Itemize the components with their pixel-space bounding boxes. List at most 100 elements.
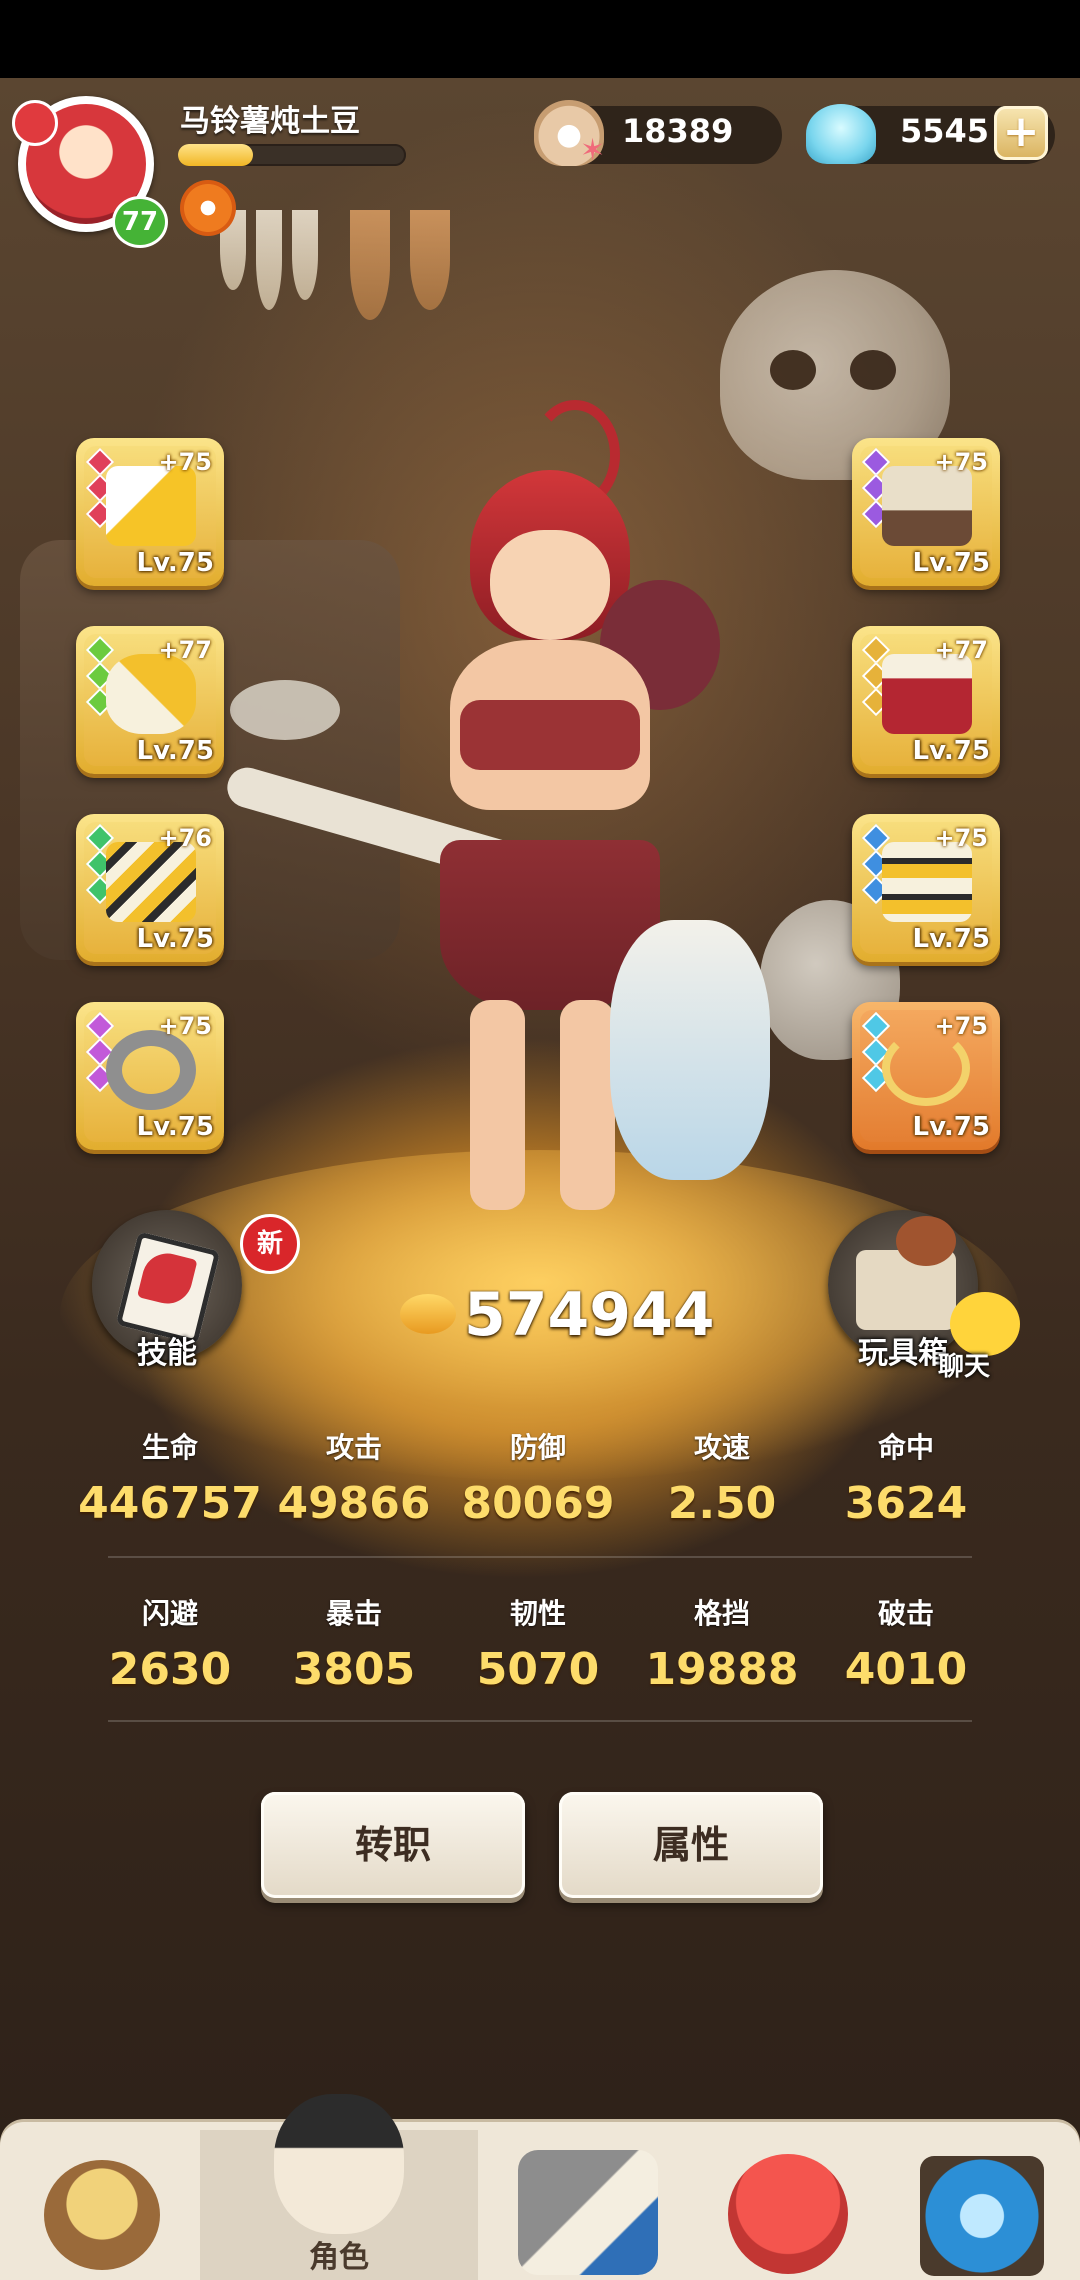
player-name: 马铃薯炖土豆 — [180, 104, 360, 139]
stat-penetration: 破击 4010 — [814, 1592, 998, 1695]
equipment-slot-weapon[interactable]: +75 Lv.75 — [76, 438, 224, 586]
enhance-level: +76 — [158, 824, 212, 852]
gem-icons — [85, 1011, 115, 1094]
player-level-badge: 77 — [112, 196, 168, 248]
stat-label: 韧性 — [509, 1597, 566, 1630]
enhance-level: +75 — [934, 1012, 988, 1040]
stat-attack: 攻击 49866 — [262, 1426, 446, 1529]
belt-icon — [882, 842, 972, 922]
skill-button[interactable]: 技能 — [92, 1210, 242, 1371]
equipment-slot-belt[interactable]: +75 Lv.75 — [852, 814, 1000, 962]
stat-label: 格挡 — [693, 1597, 750, 1630]
equipment-slot-ring[interactable]: +75 Lv.75 — [76, 1002, 224, 1150]
pearl-count: 18389 — [622, 112, 734, 150]
equipment-slot-offhand[interactable]: +77 Lv.75 — [76, 626, 224, 774]
ring-icon — [106, 1030, 196, 1110]
stat-label: 攻速 — [693, 1431, 750, 1464]
stat-attack-speed: 攻速 2.50 — [630, 1426, 814, 1529]
stat-label: 攻击 — [325, 1431, 382, 1464]
new-badge: 新 — [240, 1214, 300, 1274]
character-leg-left — [470, 1000, 525, 1210]
avatar-notification-icon — [12, 100, 58, 146]
nav-tab-pet[interactable] — [688, 2130, 888, 2280]
weapon-forge-icon — [518, 2150, 658, 2275]
player-character[interactable] — [222, 400, 770, 1240]
gem-icons — [861, 635, 891, 718]
stat-label: 防御 — [509, 1431, 566, 1464]
equipment-slot-boots[interactable]: +76 Lv.75 — [76, 814, 224, 962]
skill-label: 技能 — [137, 1336, 197, 1371]
item-level: Lv.75 — [136, 736, 214, 766]
stat-accuracy: 命中 3624 — [814, 1426, 998, 1529]
stat-value: 446757 — [78, 1478, 262, 1529]
gem-icons — [861, 1011, 891, 1094]
mouse-decoration — [230, 680, 340, 740]
stat-value: 5070 — [476, 1644, 600, 1695]
item-level: Lv.75 — [912, 548, 990, 578]
stat-dodge: 闪避 2630 — [78, 1592, 262, 1695]
nav-tab-home[interactable] — [0, 2130, 200, 2280]
stat-label: 破击 — [877, 1597, 934, 1630]
stat-label: 命中 — [877, 1431, 934, 1464]
boot-icon — [106, 842, 196, 922]
title-badge-icon[interactable] — [180, 180, 236, 236]
item-level: Lv.75 — [136, 548, 214, 578]
enhance-level: +75 — [158, 448, 212, 476]
nav-tab-equipment[interactable] — [488, 2130, 688, 2280]
stat-toughness: 韧性 5070 — [446, 1592, 630, 1695]
job-transfer-button[interactable]: 转职 — [261, 1792, 525, 1898]
starfish-icon: ✶ — [580, 133, 606, 168]
experience-bar — [178, 144, 406, 166]
portal-icon — [920, 2156, 1044, 2276]
experience-bar-fill — [178, 144, 254, 166]
gem-icons — [85, 823, 115, 906]
stat-value: 4010 — [844, 1644, 968, 1695]
gem-icons — [861, 823, 891, 906]
enhance-level: +75 — [158, 1012, 212, 1040]
stat-block: 格挡 19888 — [630, 1592, 814, 1695]
item-level: Lv.75 — [912, 736, 990, 766]
shell-count: 5545 — [900, 112, 990, 150]
skull-shield — [610, 920, 770, 1180]
nav-tab-character-label: 角色 — [309, 2240, 369, 2275]
stat-label: 闪避 — [141, 1597, 198, 1630]
character-skull-icon — [274, 2094, 404, 2234]
nav-tab-portal[interactable] — [880, 2130, 1080, 2280]
axe-icon — [106, 466, 196, 546]
equipment-slot-armor[interactable]: +77 Lv.75 — [852, 626, 1000, 774]
chat-label[interactable]: 聊天 — [938, 1346, 990, 1383]
shell-icon — [806, 104, 876, 164]
stat-value: 2.50 — [667, 1478, 777, 1529]
dinosaur-pet-icon — [728, 2154, 848, 2274]
attributes-button[interactable]: 属性 — [559, 1792, 823, 1898]
add-currency-button[interactable]: + — [994, 106, 1048, 160]
stat-hp: 生命 446757 — [78, 1426, 262, 1529]
stats-divider — [108, 1720, 972, 1722]
stat-label: 暴击 — [325, 1597, 382, 1630]
stat-defense: 防御 80069 — [446, 1426, 630, 1529]
stat-crit: 暴击 3805 — [262, 1592, 446, 1695]
item-level: Lv.75 — [912, 1112, 990, 1142]
item-level: Lv.75 — [912, 924, 990, 954]
stat-value: 49866 — [277, 1478, 431, 1529]
gem-icons — [861, 447, 891, 530]
equipment-slot-helmet[interactable]: +75 Lv.75 — [852, 438, 1000, 586]
combat-power-value: 574944 — [464, 1280, 715, 1350]
straw-hut-icon — [44, 2160, 160, 2270]
stat-value: 80069 — [461, 1478, 615, 1529]
gem-icons — [85, 635, 115, 718]
boomerang-icon — [106, 654, 196, 734]
stat-label: 生命 — [141, 1431, 198, 1464]
gem-icons — [85, 447, 115, 530]
hanging-teeth-decoration — [220, 210, 480, 320]
stat-value: 3805 — [292, 1644, 416, 1695]
enhance-level: +75 — [934, 824, 988, 852]
stats-divider — [108, 1556, 972, 1558]
character-face — [490, 530, 610, 640]
necklace-icon — [882, 1030, 970, 1106]
character-leg-right — [560, 1000, 615, 1210]
nav-tab-character[interactable]: 角色 — [200, 2094, 478, 2280]
equipment-slot-necklace[interactable]: +75 Lv.75 — [852, 1002, 1000, 1150]
muscle-icon — [400, 1294, 456, 1334]
item-level: Lv.75 — [136, 1112, 214, 1142]
